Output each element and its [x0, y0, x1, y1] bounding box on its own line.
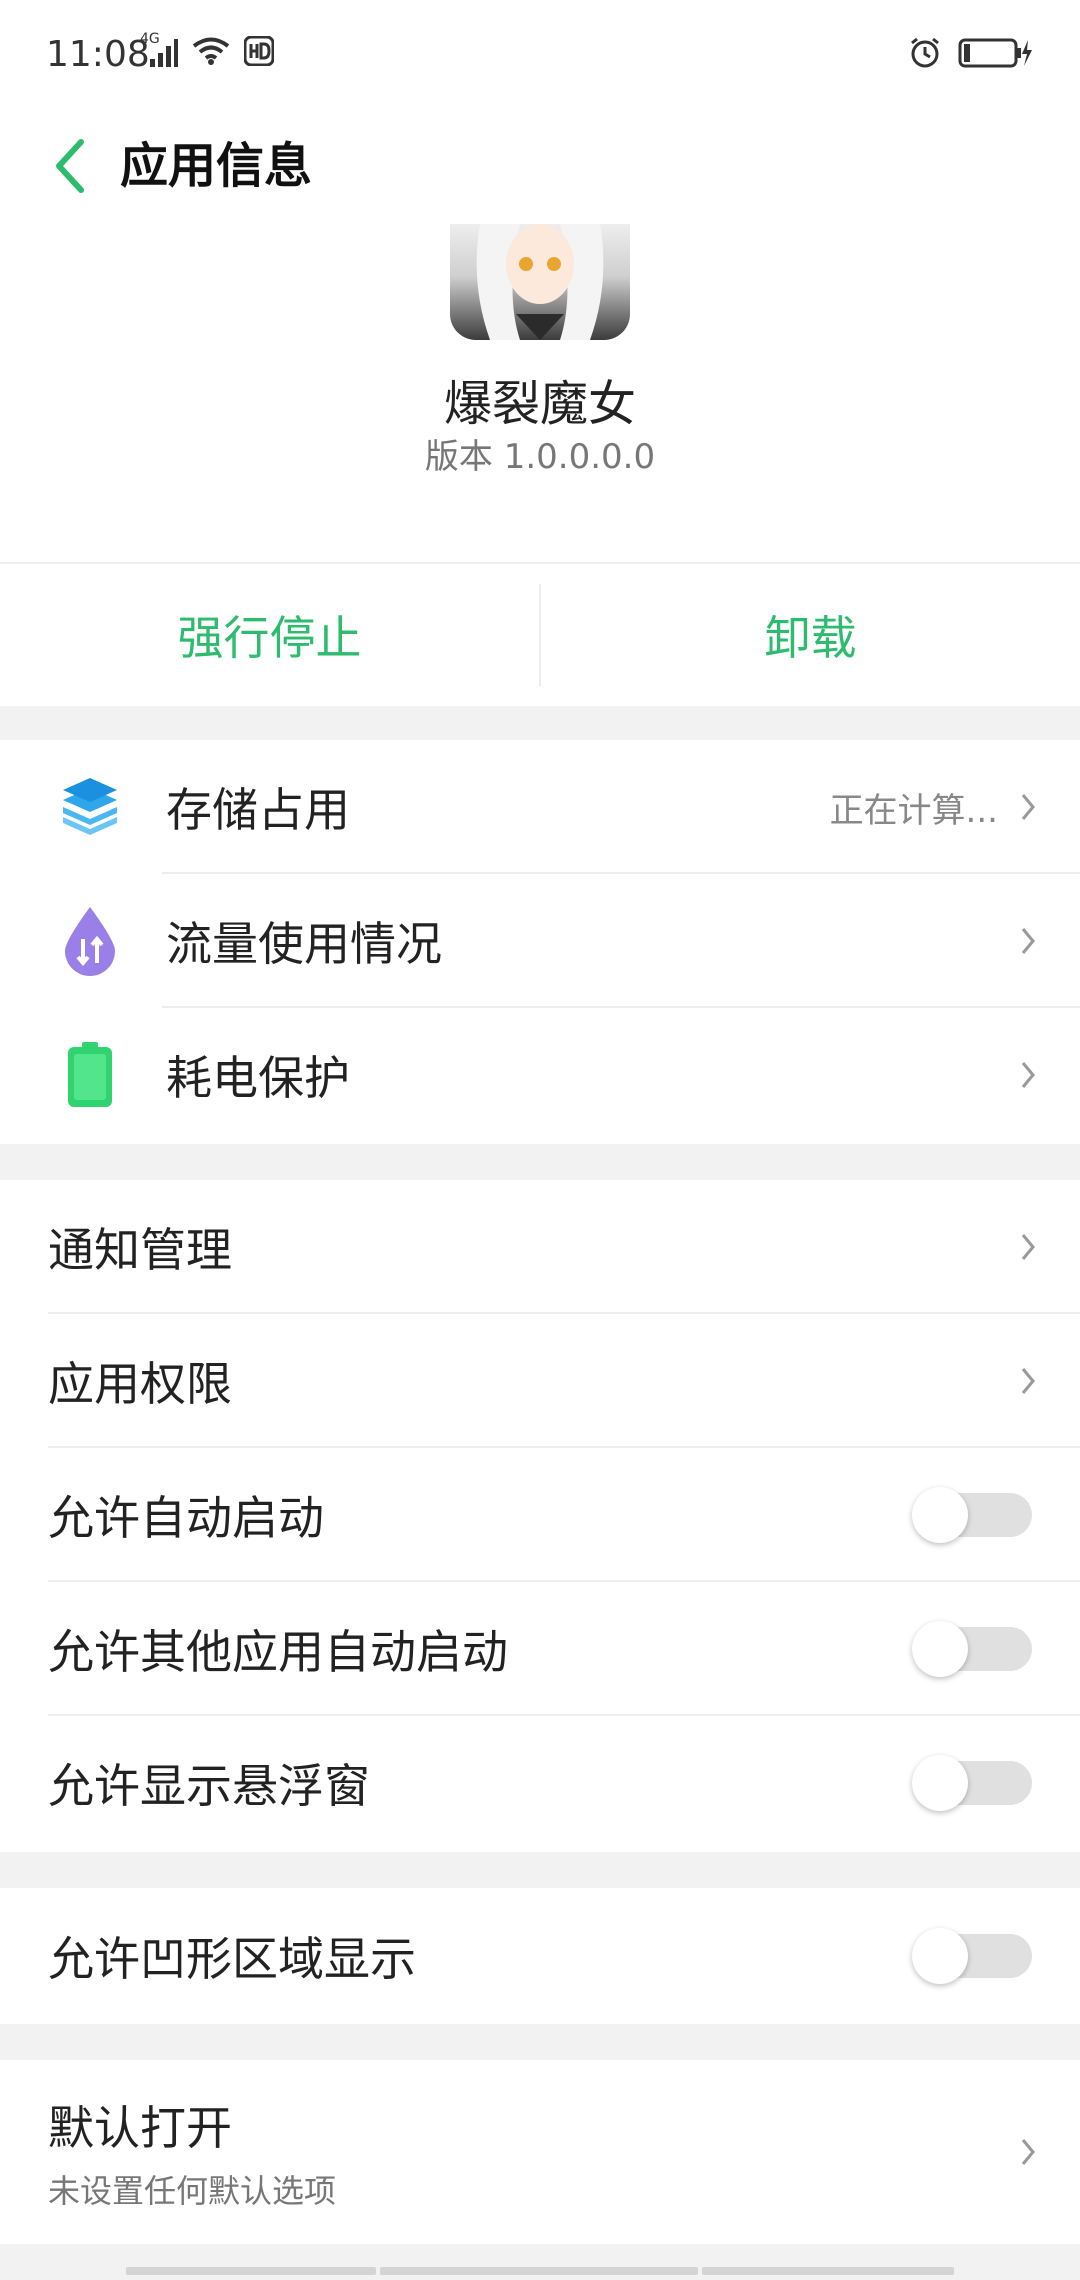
notch-display-row: 允许凹形区域显示 [0, 1888, 1080, 2024]
data-usage-label: 流量使用情况 [166, 917, 442, 971]
app-version: 版本 1.0.0.0.0 [424, 437, 656, 477]
permissions-label: 应用权限 [48, 1357, 232, 1411]
hd-icon [243, 35, 275, 70]
default-open-section: 默认打开 未设置任何默认选项 [0, 2060, 1080, 2244]
notch-display-label: 允许凹形区域显示 [48, 1932, 416, 1986]
default-open-subtitle: 未设置任何默认选项 [48, 2172, 337, 2210]
app-name: 爆裂魔女 [443, 376, 636, 432]
app-header: 爆裂魔女 版本 1.0.0.0.0 [0, 224, 1080, 562]
status-right-icons [908, 36, 1034, 74]
chevron-right-icon [1021, 1062, 1035, 1088]
signal-icon: 4G [140, 31, 178, 67]
default-open-row[interactable]: 默认打开 未设置任何默认选项 [0, 2060, 1080, 2244]
toggle-knob [912, 1755, 968, 1811]
bottom-tab-indicator [126, 2267, 376, 2275]
floating-window-label: 允许显示悬浮窗 [48, 1759, 370, 1813]
chevron-right-icon [1021, 928, 1035, 954]
auto-start-label: 允许自动启动 [48, 1491, 324, 1545]
network-type-label: 4G [140, 31, 160, 47]
app-icon [450, 224, 630, 340]
notch-display-toggle[interactable] [912, 1928, 1032, 1984]
storage-row[interactable]: 存储占用 正在计算... [0, 740, 1080, 874]
data-usage-row[interactable]: 流量使用情况 [0, 874, 1080, 1008]
page-title: 应用信息 [120, 138, 313, 194]
auto-start-row: 允许自动启动 [0, 1448, 1080, 1582]
status-time: 11:08 [46, 34, 150, 75]
chevron-right-icon [1021, 2139, 1035, 2165]
uninstall-button[interactable]: 卸载 [541, 564, 1080, 706]
auto-start-toggle[interactable] [912, 1487, 1032, 1543]
back-button[interactable] [38, 128, 102, 204]
data-usage-icon [65, 907, 115, 976]
battery-protection-row[interactable]: 耗电保护 [0, 1008, 1080, 1142]
settings-section: 通知管理 应用权限 允许自动启动 允许其他应用自动启动 允许显示悬浮窗 [0, 1180, 1080, 1852]
other-auto-start-label: 允许其他应用自动启动 [48, 1625, 508, 1679]
app-actions: 强行停止 卸载 [0, 562, 1080, 706]
chevron-right-icon [1021, 794, 1035, 820]
bottom-tab-indicator [380, 2267, 698, 2275]
notifications-label: 通知管理 [48, 1223, 232, 1277]
other-auto-start-toggle[interactable] [912, 1621, 1032, 1677]
alarm-icon [908, 36, 942, 74]
force-stop-button[interactable]: 强行停止 [0, 564, 539, 706]
bottom-tab-indicator [702, 2267, 954, 2275]
battery-green-icon [68, 1042, 112, 1107]
battery-icon [958, 36, 1034, 74]
storage-label: 存储占用 [166, 783, 350, 837]
toggle-knob [912, 1621, 968, 1677]
chevron-right-icon [1021, 1234, 1035, 1260]
status-left-icons: 4G [140, 31, 275, 70]
status-bar: 11:08 4G [0, 0, 1080, 110]
chevron-right-icon [1021, 1368, 1035, 1394]
other-auto-start-row: 允许其他应用自动启动 [0, 1582, 1080, 1716]
notifications-row[interactable]: 通知管理 [0, 1180, 1080, 1314]
storage-value: 正在计算... [829, 790, 998, 831]
default-open-label: 默认打开 [48, 2101, 232, 2155]
title-bar: 应用信息 [0, 110, 1080, 226]
usage-section: 存储占用 正在计算... 流量使用情况 耗电保护 [0, 740, 1080, 1144]
wifi-icon [192, 37, 230, 69]
floating-window-row: 允许显示悬浮窗 [0, 1716, 1080, 1850]
layers-icon [63, 778, 117, 835]
permissions-row[interactable]: 应用权限 [0, 1314, 1080, 1448]
toggle-knob [912, 1487, 968, 1543]
battery-protection-label: 耗电保护 [166, 1051, 350, 1105]
default-open-text: 默认打开 未设置任何默认选项 [48, 2092, 336, 2212]
chevron-left-icon [56, 139, 84, 193]
notch-section: 允许凹形区域显示 [0, 1888, 1080, 2024]
toggle-knob [912, 1928, 968, 1984]
floating-window-toggle[interactable] [912, 1755, 1032, 1811]
